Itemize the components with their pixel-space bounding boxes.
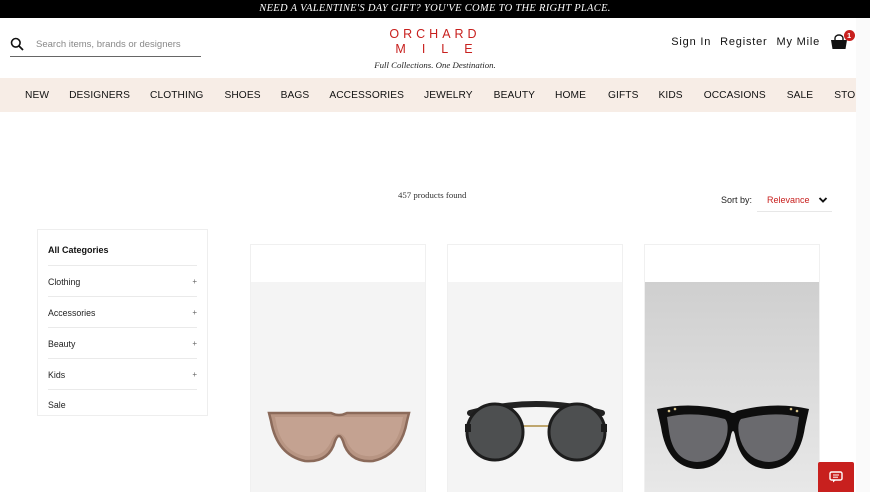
sort-control[interactable]: Sort by: Relevance xyxy=(721,195,828,205)
results-count: 457 products found xyxy=(398,190,467,200)
search-icon[interactable] xyxy=(10,37,24,51)
sort-label: Sort by: xyxy=(721,195,753,205)
expand-icon[interactable]: + xyxy=(192,339,197,358)
all-categories-link[interactable]: All Categories xyxy=(48,230,197,266)
category-accessories[interactable]: Accessories + xyxy=(48,297,197,328)
category-label: Clothing xyxy=(48,277,81,287)
nav-occasions[interactable]: OCCASIONS xyxy=(704,90,766,101)
category-label: Accessories xyxy=(48,308,96,318)
logo-line-1: ORCHARD xyxy=(389,27,481,41)
cart-count-badge: 1 xyxy=(844,30,855,41)
search-input[interactable] xyxy=(36,36,196,52)
live-chat-button[interactable] xyxy=(818,462,854,492)
nav-designers[interactable]: DESIGNERS xyxy=(69,90,130,101)
logo-line-2: MILE xyxy=(395,42,489,56)
category-clothing[interactable]: Clothing + xyxy=(48,266,197,297)
nav-kids[interactable]: KIDS xyxy=(659,90,683,101)
site-logo[interactable]: ORCHARD MILE Full Collections. One Desti… xyxy=(355,27,515,70)
register-link[interactable]: Register xyxy=(720,36,767,48)
my-mile-link[interactable]: My Mile xyxy=(777,36,821,48)
nav-new[interactable]: NEW xyxy=(25,90,49,101)
product-card[interactable] xyxy=(644,244,820,492)
category-label: Kids xyxy=(48,370,66,380)
category-beauty[interactable]: Beauty + xyxy=(48,328,197,359)
shopping-bag-button[interactable]: 1 xyxy=(830,30,855,50)
sunglasses-studded-cat-eye-image xyxy=(657,405,809,469)
chevron-down-icon[interactable] xyxy=(818,196,828,204)
product-card[interactable] xyxy=(447,244,623,492)
nav-jewelry[interactable]: JEWELRY xyxy=(424,90,473,101)
nav-home[interactable]: HOME xyxy=(555,90,586,101)
nav-bags[interactable]: BAGS xyxy=(281,90,310,101)
sunglasses-tinted-shield-image xyxy=(267,411,411,463)
product-card[interactable] xyxy=(250,244,426,492)
page-scrollbar[interactable] xyxy=(856,18,870,492)
expand-icon[interactable]: + xyxy=(192,277,197,296)
category-sidebar: All Categories Clothing + Accessories + … xyxy=(37,229,208,416)
promo-banner[interactable]: NEED A VALENTINE'S DAY GIFT? YOU'VE COME… xyxy=(0,0,870,18)
main-navigation: NEW DESIGNERS CLOTHING SHOES BAGS ACCESS… xyxy=(0,78,870,112)
category-label: Beauty xyxy=(48,339,76,349)
nav-accessories[interactable]: ACCESSORIES xyxy=(329,90,404,101)
nav-beauty[interactable]: BEAUTY xyxy=(494,90,535,101)
expand-icon[interactable]: + xyxy=(192,308,197,327)
sort-select[interactable]: Relevance xyxy=(767,195,810,205)
nav-sale[interactable]: SALE xyxy=(787,90,813,101)
search-bar[interactable] xyxy=(10,36,201,57)
sign-in-link[interactable]: Sign In xyxy=(671,36,711,48)
nav-gifts[interactable]: GIFTS xyxy=(608,90,639,101)
nav-shoes[interactable]: SHOES xyxy=(224,90,260,101)
account-links: Sign In Register My Mile 1 xyxy=(662,30,855,50)
logo-tagline: Full Collections. One Destination. xyxy=(374,60,496,70)
category-sale[interactable]: Sale xyxy=(48,390,197,421)
nav-clothing[interactable]: CLOTHING xyxy=(150,90,203,101)
chat-icon xyxy=(829,471,843,483)
category-label: Sale xyxy=(48,400,66,410)
sort-underline xyxy=(757,211,832,212)
sunglasses-round-brow-bar-image xyxy=(465,401,607,462)
expand-icon[interactable]: + xyxy=(192,370,197,389)
category-kids[interactable]: Kids + xyxy=(48,359,197,390)
